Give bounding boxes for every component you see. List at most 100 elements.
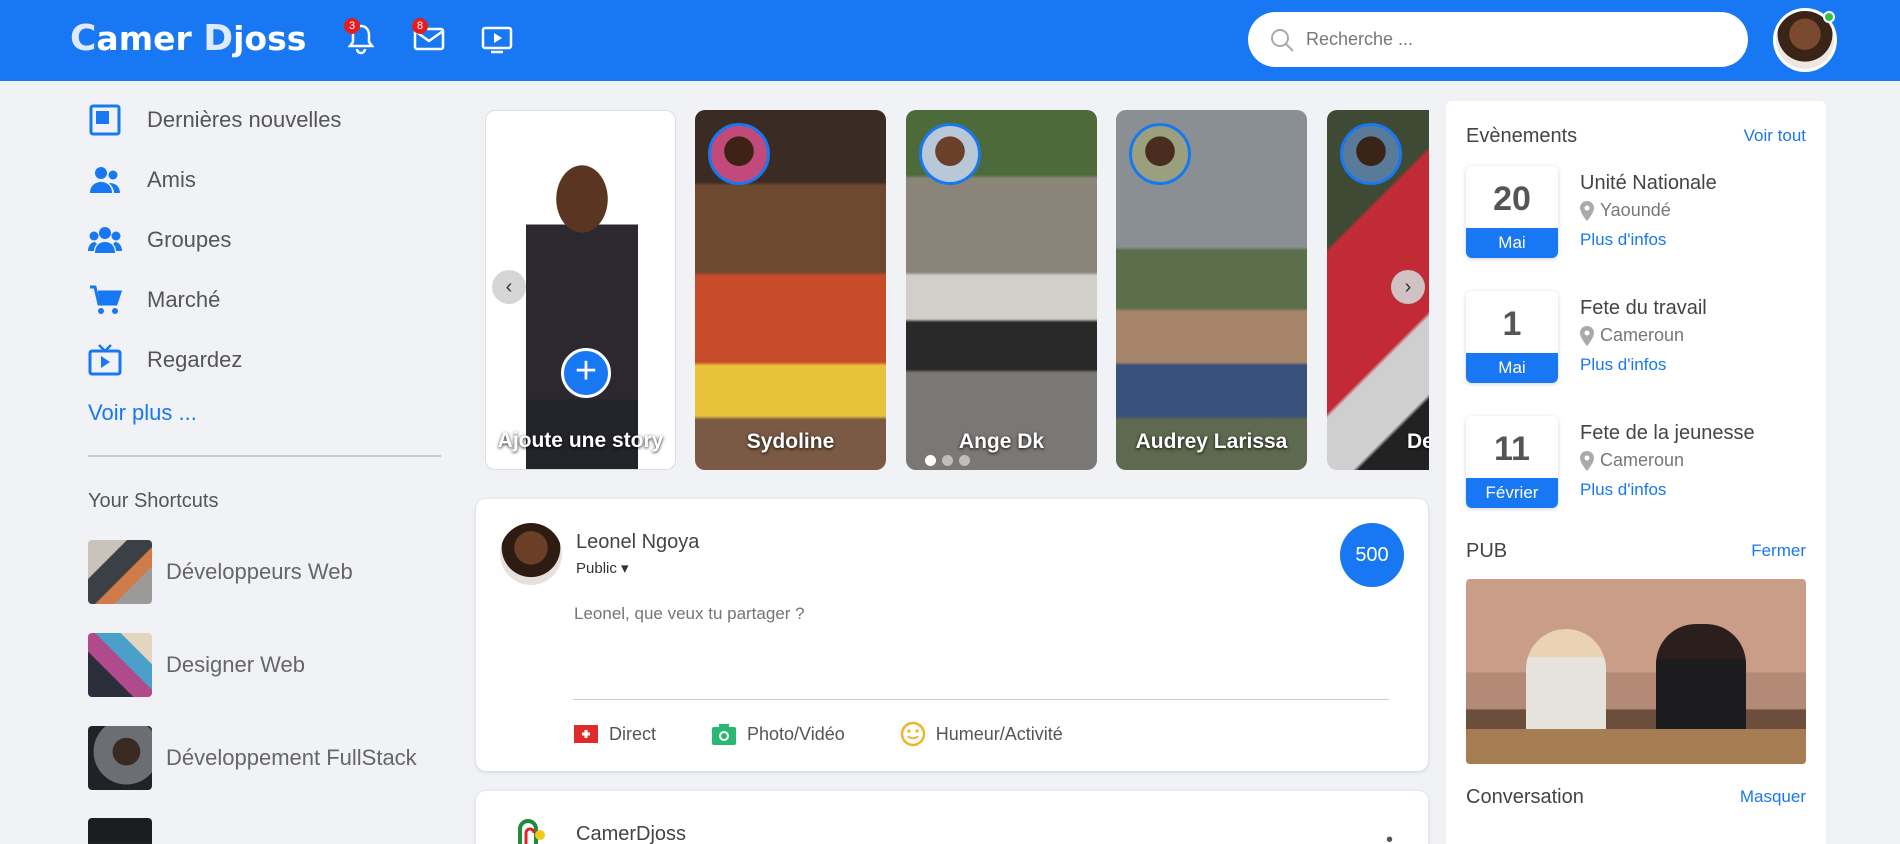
event-more-link[interactable]: Plus d'infos [1580, 355, 1666, 375]
composer-actions: Direct Photo/Vidéo Humeur/Activité [573, 721, 1118, 747]
search-icon [1271, 29, 1294, 52]
sidebar-item-news[interactable]: Dernières nouvelles [88, 90, 448, 150]
messages-badge: 8 [412, 18, 428, 34]
sidebar-item-label: Regardez [147, 347, 243, 372]
stories-next-button[interactable]: › [1391, 270, 1425, 304]
ad-table [1466, 729, 1806, 764]
count-badge[interactable]: 500 [1340, 523, 1404, 587]
left-sidebar-nav: Dernières nouvelles Amis Groupes Marché … [88, 90, 448, 426]
stories-pagination [925, 455, 970, 466]
live-video-button[interactable]: Direct [573, 721, 656, 747]
composer-divider [573, 699, 1389, 700]
event-title: Unité Nationale [1580, 172, 1717, 194]
watch-button[interactable] [478, 20, 516, 58]
groups-icon [88, 223, 122, 257]
event-day: 1 [1502, 305, 1522, 343]
shortcut-item[interactable]: Développement FullStack [88, 726, 417, 790]
composer-user-name: Leonel Ngoya [576, 531, 700, 553]
story-card[interactable]: Ange Dk [906, 110, 1097, 470]
action-label: Photo/Vidéo [747, 723, 845, 744]
event-date: 11 Février [1466, 416, 1558, 508]
event-more-link[interactable]: Plus d'infos [1580, 230, 1666, 250]
friends-icon [88, 163, 122, 197]
search-input[interactable] [1306, 24, 1726, 54]
shortcut-label: Développement FullStack [166, 745, 417, 770]
shortcut-item[interactable] [88, 818, 166, 844]
sidebar-item-label: Marché [147, 287, 221, 312]
sidebar-item-label: Amis [147, 167, 196, 192]
live-video-icon [574, 725, 598, 743]
ad-person-right [1656, 624, 1746, 739]
pagination-dot[interactable] [942, 455, 953, 466]
post-options-icon[interactable]: • [1386, 829, 1393, 844]
shortcut-item[interactable]: Designer Web [88, 633, 305, 697]
shortcut-thumbnail [88, 818, 152, 844]
messages-button[interactable]: 8 [410, 18, 448, 58]
sidebar-item-watch[interactable]: Regardez [88, 330, 448, 390]
action-label: Humeur/Activité [935, 723, 1063, 744]
sidebar-item-label: Groupes [147, 227, 232, 252]
event-location: Cameroun [1580, 325, 1684, 346]
story-card[interactable]: Sydoline [695, 110, 886, 470]
sidebar-item-market[interactable]: Marché [88, 270, 448, 330]
stories-prev-button[interactable]: ‹ [492, 270, 526, 304]
see-more-link[interactable]: Voir plus ... [88, 400, 448, 426]
pub-ad-image[interactable] [1466, 579, 1806, 764]
feed-post: CamerDjoss • [476, 791, 1428, 844]
photo-video-button[interactable]: Photo/Vidéo [711, 721, 845, 747]
sidebar-item-groups[interactable]: Groupes [88, 210, 448, 270]
sidebar-item-label: Dernières nouvelles [147, 107, 342, 132]
story-name: Audrey Larissa [1135, 430, 1288, 453]
event-date: 20 Mai [1466, 166, 1558, 258]
sidebar-item-friends[interactable]: Amis [88, 150, 448, 210]
shortcut-label: Développeurs Web [166, 559, 353, 584]
event-date: 1 Mai [1466, 291, 1558, 383]
pub-title: PUB [1466, 540, 1508, 562]
events-title: Evènements [1466, 125, 1578, 147]
location-pin-icon [1580, 325, 1594, 346]
shortcut-thumbnail [88, 726, 152, 790]
location-pin-icon [1580, 200, 1594, 221]
story-card[interactable]: Audrey Larissa [1116, 110, 1307, 470]
news-feed-icon [88, 103, 122, 137]
events-see-all-link[interactable]: Voir tout [1744, 126, 1806, 146]
story-image [526, 159, 638, 469]
event-location: Yaoundé [1580, 200, 1671, 221]
shortcuts-title: Your Shortcuts [88, 490, 219, 512]
privacy-dropdown[interactable]: Public ▾ [576, 559, 629, 577]
pub-close-link[interactable]: Fermer [1751, 541, 1806, 561]
stories-carousel: + Ajoute une story Sydoline Ange Dk Audr… [485, 110, 1429, 470]
sidebar-divider [88, 455, 441, 457]
event-month: Mai [1466, 228, 1558, 258]
event-more-link[interactable]: Plus d'infos [1580, 480, 1666, 500]
smiley-icon [900, 721, 926, 747]
camera-icon [712, 724, 737, 745]
story-avatar [919, 123, 981, 185]
story-avatar [1129, 123, 1191, 185]
shortcut-thumbnail [88, 633, 152, 697]
story-name: Ange Dk [958, 430, 1045, 453]
post-composer: Leonel Ngoya Public ▾ 500 Direct Photo/V… [476, 499, 1428, 771]
add-story-button[interactable]: + [561, 348, 611, 398]
story-name: Ajoute une story [497, 429, 664, 452]
story-name: Sydoline [746, 430, 835, 453]
notifications-badge: 3 [344, 18, 360, 34]
event-item[interactable]: 11 Février Fete de la jeunesse Cameroun … [1466, 416, 1806, 511]
top-bar: Camer Djoss 3 8 [0, 0, 1900, 81]
event-item[interactable]: 1 Mai Fete du travail Cameroun Plus d'in… [1466, 291, 1806, 386]
event-day: 20 [1493, 180, 1531, 218]
right-panel: Evènements Voir tout 20 Mai Unité Nation… [1446, 101, 1826, 844]
event-item[interactable]: 20 Mai Unité Nationale Yaoundé Plus d'in… [1466, 166, 1806, 261]
pagination-dot[interactable] [959, 455, 970, 466]
notifications-button[interactable]: 3 [342, 18, 380, 58]
site-logo[interactable]: Camer Djoss [70, 18, 306, 59]
post-text-input[interactable] [574, 604, 1386, 624]
pagination-dot[interactable] [925, 455, 936, 466]
conversation-hide-link[interactable]: Masquer [1740, 787, 1806, 807]
mood-activity-button[interactable]: Humeur/Activité [900, 721, 1063, 747]
watch-icon [88, 343, 122, 377]
shortcut-item[interactable]: Développeurs Web [88, 540, 353, 604]
profile-avatar[interactable] [1773, 8, 1837, 72]
camerdjoss-logo-icon [518, 819, 545, 844]
event-month: Février [1466, 478, 1558, 508]
